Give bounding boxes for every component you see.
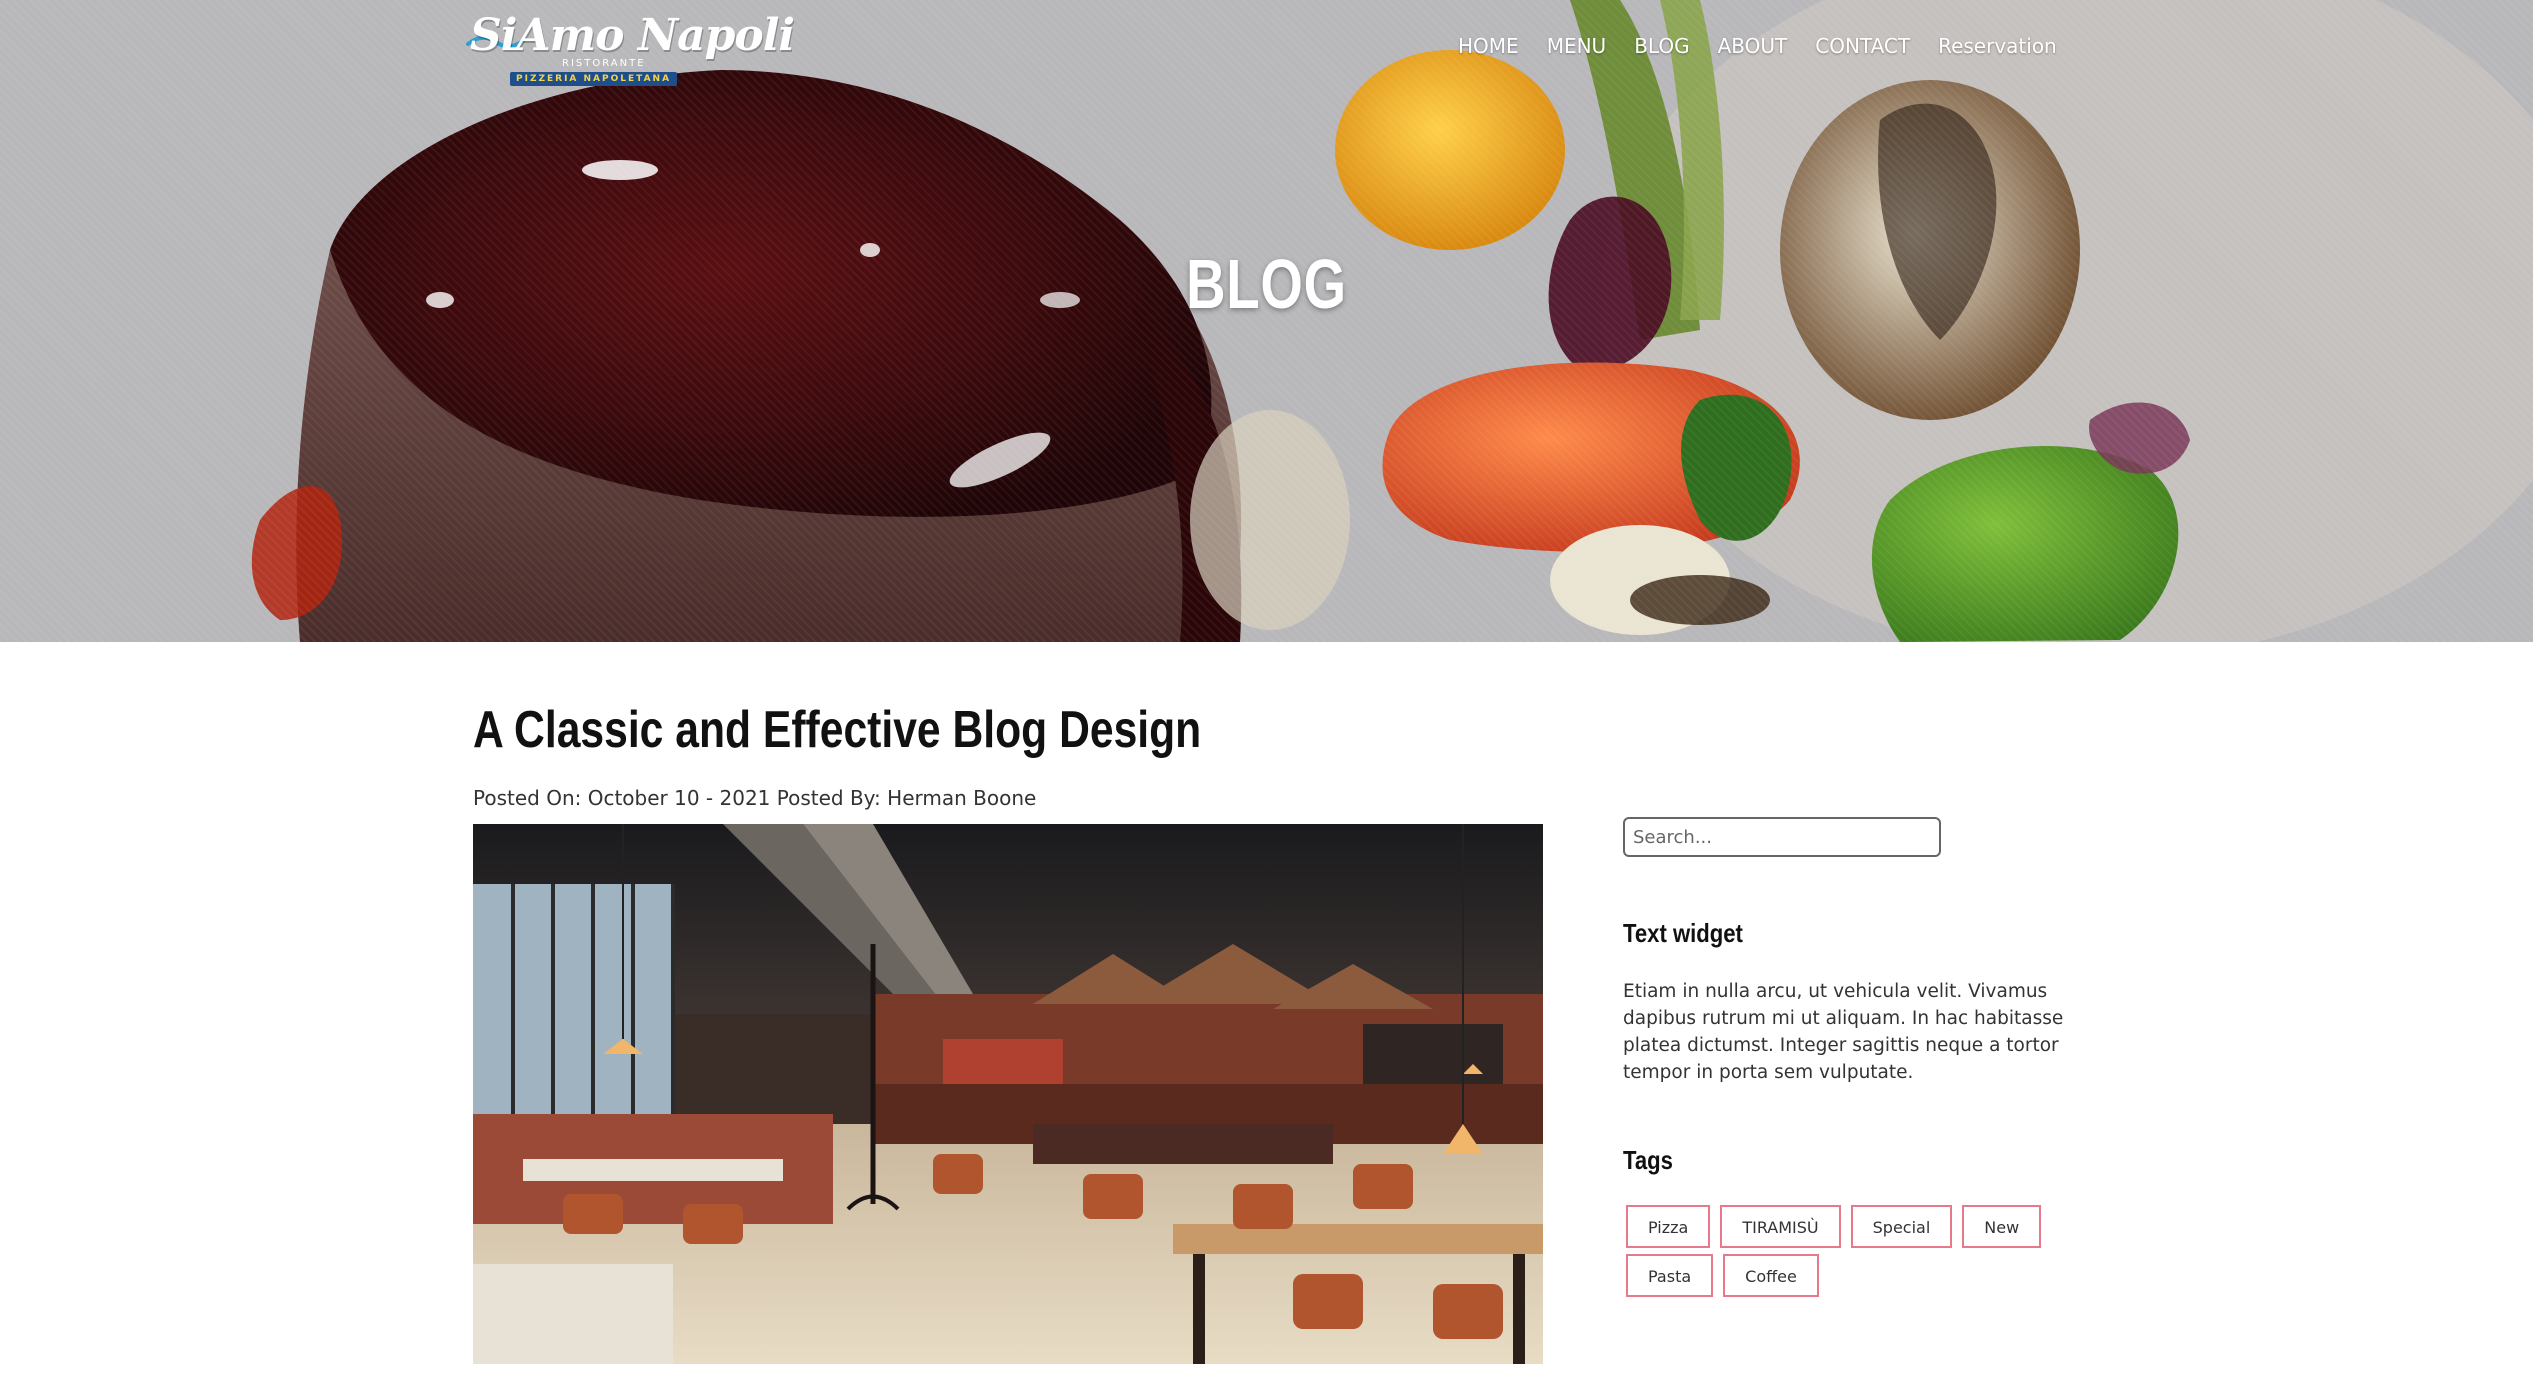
- site-logo[interactable]: SiAmo Napoli RISTORANTE PIZZERIA NAPOLET…: [466, 10, 795, 88]
- page-title: BLOG: [1186, 245, 1347, 323]
- tag-pasta[interactable]: Pasta: [1626, 1254, 1714, 1297]
- post-title[interactable]: A Classic and Effective Blog Design: [473, 700, 1201, 760]
- tag-tiramisu[interactable]: TIRAMISÙ: [1720, 1205, 1841, 1248]
- nav-item-reservation[interactable]: Reservation: [1938, 34, 2057, 58]
- post-meta: Posted On: October 10 - 2021 Posted By: …: [473, 786, 1037, 810]
- tag-new[interactable]: New: [1962, 1205, 2042, 1248]
- tag-coffee[interactable]: Coffee: [1723, 1254, 1819, 1297]
- hero-banner: SiAmo Napoli RISTORANTE PIZZERIA NAPOLET…: [0, 0, 2533, 642]
- nav-item-contact[interactable]: CONTACT: [1815, 34, 1910, 58]
- tags-widget-title: Tags: [1623, 1145, 1673, 1175]
- main-navigation: HOME MENU BLOG ABOUT CONTACT Reservation: [1458, 34, 2057, 58]
- nav-item-menu[interactable]: MENU: [1547, 34, 1607, 58]
- nav-item-blog[interactable]: BLOG: [1634, 34, 1689, 58]
- nav-item-about[interactable]: ABOUT: [1718, 34, 1788, 58]
- tag-cloud: Pizza TIRAMISÙ Special New Pasta Coffee: [1626, 1205, 2086, 1297]
- nav-item-home[interactable]: HOME: [1458, 34, 1519, 58]
- post-featured-image[interactable]: [473, 824, 1543, 1364]
- logo-wordmark: SiAmo Napoli: [470, 10, 795, 61]
- search-input[interactable]: [1623, 817, 1941, 857]
- text-widget-title: Text widget: [1623, 918, 1743, 948]
- text-widget-body: Etiam in nulla arcu, ut vehicula velit. …: [1623, 981, 2064, 1083]
- logo-tagline: PIZZERIA NAPOLETANA: [510, 72, 678, 86]
- restaurant-interior-image: [473, 824, 1543, 1364]
- tag-pizza[interactable]: Pizza: [1626, 1205, 1711, 1248]
- logo-subtitle: RISTORANTE: [562, 58, 646, 69]
- tag-special[interactable]: Special: [1850, 1205, 1953, 1248]
